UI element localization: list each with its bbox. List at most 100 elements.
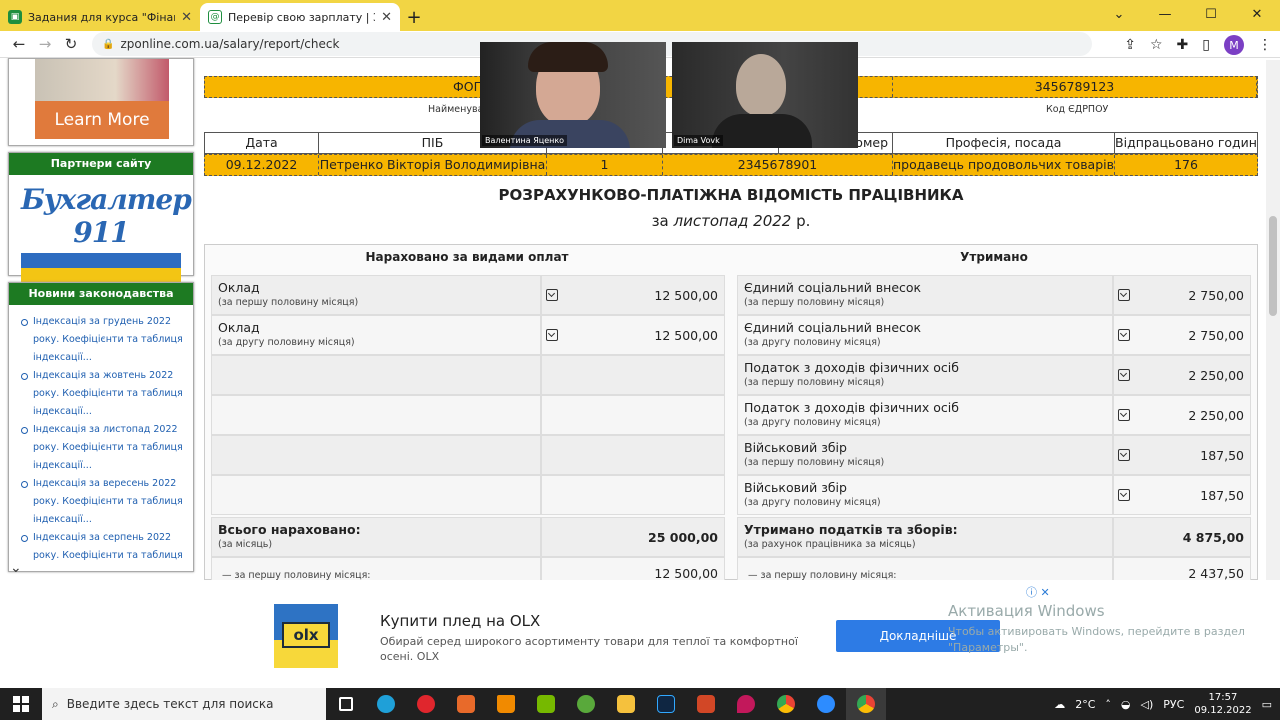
withheld-value: 2 750,00 <box>1188 328 1244 343</box>
withheld-name: Єдиний соціальний внесок <box>744 320 922 335</box>
empty-cell <box>541 435 725 475</box>
windows-start-icon[interactable] <box>0 688 42 720</box>
close-tab-icon[interactable]: ✕ <box>381 10 392 25</box>
accrued-half-value: 12 500,00 <box>654 566 718 580</box>
profile-avatar[interactable]: M <box>1224 35 1244 55</box>
network-icon[interactable]: ◒ <box>1121 698 1131 711</box>
buhgalter911-logo[interactable]: Бухгалтер 911 <box>9 175 193 283</box>
chrome-icon[interactable] <box>766 688 806 720</box>
notifications-icon[interactable]: ▭ <box>1262 698 1272 711</box>
volume-icon[interactable]: ◁) <box>1141 698 1154 711</box>
window-controls: ⌄ — ☐ ✕ <box>1096 0 1280 28</box>
empty-cell <box>211 435 541 475</box>
browser-tab-course[interactable]: ▣ Задания для курса "Фінансова і ✕ <box>0 3 200 31</box>
ad-close-icon[interactable]: ⓘ ✕ <box>1026 584 1050 600</box>
opera-icon[interactable] <box>406 688 446 720</box>
learn-more-button[interactable]: Learn More <box>35 101 169 139</box>
accrued-value: 12 500,00 <box>654 328 718 343</box>
withheld-sub: (за першу половину місяця) <box>744 297 885 308</box>
chrome-active-icon[interactable] <box>846 688 886 720</box>
task-view-icon[interactable] <box>326 688 366 720</box>
vlc-icon[interactable] <box>486 688 526 720</box>
checkbox-icon[interactable] <box>1118 369 1130 381</box>
news-list: Індексація за грудень 2022 року. Коефіці… <box>9 305 193 565</box>
news-item[interactable]: Індексація за серпень 2022 року. Коефіці… <box>21 529 187 565</box>
app-drop-icon[interactable] <box>726 688 766 720</box>
checkbox-icon[interactable] <box>1118 329 1130 341</box>
checkbox-icon[interactable] <box>1118 489 1130 501</box>
system-tray: ☁ 2°C ˄ ◒ ◁) РУС 17:57 09.12.2022 ▭ <box>1054 688 1272 720</box>
news-item[interactable]: Індексація за грудень 2022 року. Коефіці… <box>21 313 187 367</box>
taskbar-search-input[interactable]: ⌕ Введите здесь текст для поиска <box>42 688 326 720</box>
learn-more-banner[interactable]: Learn More <box>8 58 194 146</box>
browser-tab-salary[interactable]: @ Перевір свою зарплату | Зарпла ✕ <box>200 3 400 31</box>
withheld-row-value: 2 250,00 <box>1113 395 1251 435</box>
weather-cloud-icon[interactable]: ☁ <box>1054 698 1065 711</box>
val-date: 09.12.2022 <box>205 155 319 175</box>
ad-title[interactable]: Купити плед на OLX <box>380 612 540 630</box>
nvidia-icon[interactable] <box>526 688 566 720</box>
clock[interactable]: 17:57 09.12.2022 <box>1194 691 1251 717</box>
checkbox-icon[interactable] <box>1118 409 1130 421</box>
val-tab: 1 <box>547 155 663 175</box>
temperature[interactable]: 2°C <box>1075 698 1095 711</box>
banner-image <box>35 59 169 101</box>
minimize-button[interactable]: — <box>1142 0 1188 28</box>
extensions-icon[interactable]: ✚ <box>1177 37 1189 53</box>
new-tab-button[interactable]: + <box>400 3 428 31</box>
language-indicator[interactable]: РУС <box>1163 698 1184 711</box>
chevron-down-icon[interactable]: ⌄ <box>10 560 22 576</box>
accrued-sub: (за першу половину місяця) <box>218 297 359 308</box>
share-icon[interactable]: ⇪ <box>1124 37 1136 53</box>
bookmark-star-icon[interactable]: ☆ <box>1150 37 1163 53</box>
tab-search-icon[interactable]: ⌄ <box>1096 0 1142 28</box>
file-explorer-icon[interactable] <box>606 688 646 720</box>
accrued-half-name: — за першу половину місяця: <box>211 557 541 580</box>
accrued-row-value: 12 500,00 <box>541 275 725 315</box>
close-tab-icon[interactable]: ✕ <box>181 10 192 25</box>
val-hours: 176 <box>1174 157 1198 172</box>
accrued-row-name: Оклад (за першу половину місяця) <box>211 275 541 315</box>
checkbox-icon[interactable] <box>546 329 558 341</box>
withheld-half-label: — за першу половину місяця: <box>748 570 897 580</box>
org-name-label: Найменува <box>428 104 484 115</box>
search-icon: ⌕ <box>52 696 59 711</box>
zoom-icon[interactable] <box>806 688 846 720</box>
edge-icon[interactable] <box>366 688 406 720</box>
checkbox-icon[interactable] <box>546 289 558 301</box>
news-item[interactable]: Індексація за листопад 2022 року. Коефіц… <box>21 421 187 475</box>
ad-banner[interactable]: ⓘ ✕ olx Купити плед на OLX Обирай серед … <box>0 580 1280 688</box>
video-tile-2[interactable]: Dima Vovk <box>672 42 858 148</box>
app-icon[interactable] <box>446 688 486 720</box>
edrpou-label: Код ЄДРПОУ <box>1046 104 1109 115</box>
utorrent-icon[interactable] <box>566 688 606 720</box>
withheld-name: Військовий збір <box>744 440 847 455</box>
checkbox-icon[interactable] <box>1118 449 1130 461</box>
scrollbar-thumb[interactable] <box>1269 216 1277 316</box>
olx-logo[interactable]: olx <box>274 604 338 668</box>
withheld-name: Податок з доходів фізичних осіб <box>744 400 959 415</box>
participant-name: Валентина Яценко <box>482 135 568 146</box>
maximize-button[interactable]: ☐ <box>1188 0 1234 28</box>
page-scrollbar[interactable] <box>1266 60 1280 580</box>
photoshop-icon[interactable] <box>646 688 686 720</box>
powerpoint-icon[interactable] <box>686 688 726 720</box>
reload-icon[interactable]: ↻ <box>58 35 84 53</box>
back-icon[interactable]: ← <box>6 35 32 53</box>
video-tile-1[interactable]: Валентина Яценко <box>480 42 666 148</box>
lock-icon[interactable]: 🔒 <box>102 39 114 50</box>
clock-time: 17:57 <box>1208 692 1238 703</box>
accrued-total-name: Всього нараховано: (за місяць) <box>211 517 541 557</box>
menu-dots-icon[interactable]: ⋮ <box>1258 37 1272 53</box>
forward-icon[interactable]: → <box>32 35 58 53</box>
news-item[interactable]: Індексація за вересень 2022 року. Коефіц… <box>21 475 187 529</box>
participant-face <box>736 54 786 116</box>
sidepanel-icon[interactable]: ▯ <box>1202 37 1210 53</box>
accrued-half-label: — за першу половину місяця: <box>222 570 371 580</box>
checkbox-icon[interactable] <box>1118 289 1130 301</box>
withheld-total-cell: 4 875,00 <box>1113 517 1251 557</box>
tray-chevron-up-icon[interactable]: ˄ <box>1105 698 1111 711</box>
withheld-value: 2 250,00 <box>1188 408 1244 423</box>
close-window-button[interactable]: ✕ <box>1234 0 1280 28</box>
news-item[interactable]: Індексація за жовтень 2022 року. Коефіці… <box>21 367 187 421</box>
